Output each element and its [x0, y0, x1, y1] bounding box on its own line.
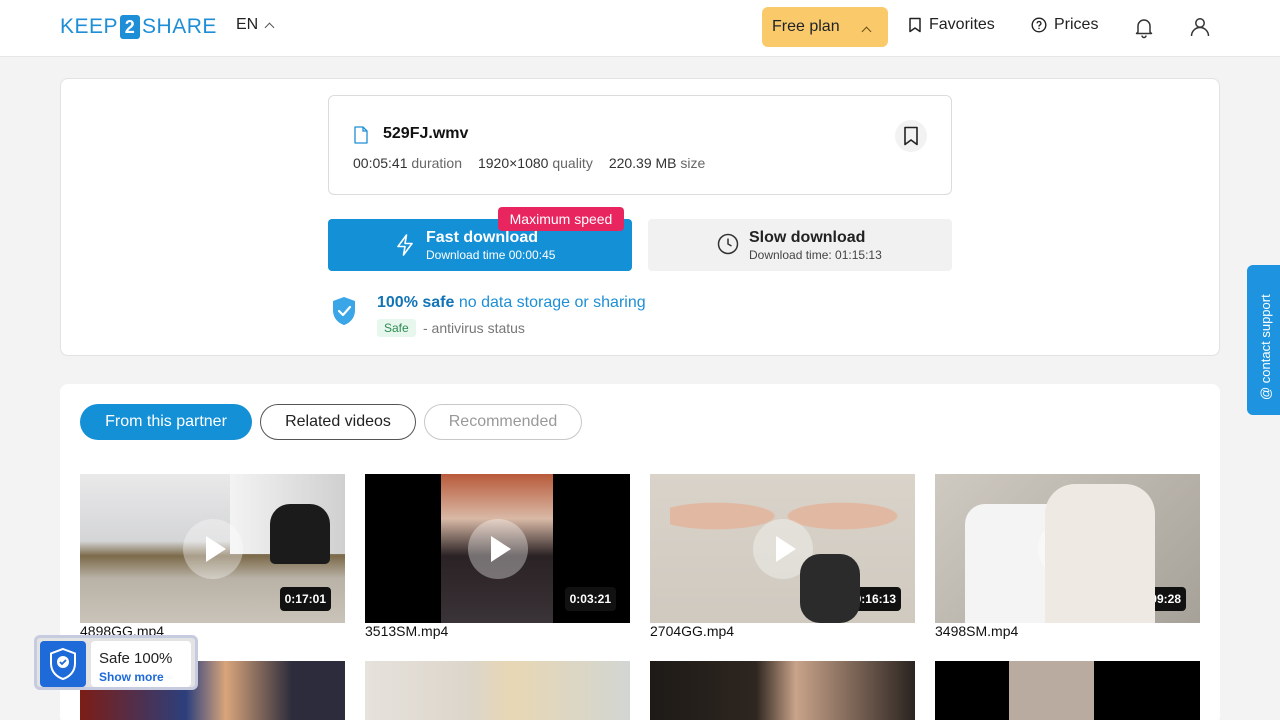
shield-badge — [40, 641, 86, 687]
prices-link[interactable]: Prices — [1031, 16, 1098, 34]
play-icon — [753, 519, 813, 579]
antivirus-status-text: - antivirus status — [423, 320, 525, 336]
video-duration: 0:16:13 — [849, 587, 901, 611]
video-name[interactable]: 3498SM.mp4 — [935, 623, 1018, 639]
contact-support-label: @ contact support — [1258, 294, 1273, 400]
file-info-card — [328, 95, 952, 195]
video-thumbnail[interactable] — [650, 661, 915, 720]
top-header: KEEP 2 SHARE EN Free plan Favorites Pric… — [0, 0, 1280, 57]
bookmark-icon — [909, 17, 921, 33]
help-circle-icon — [1031, 17, 1047, 33]
account-button[interactable] — [1188, 15, 1212, 39]
widget-title: Safe 100% — [99, 650, 173, 667]
video-thumbnail[interactable] — [365, 661, 630, 720]
free-plan-button[interactable]: Free plan — [762, 7, 888, 47]
file-meta: 00:05:41 duration 1920×1080 quality 220.… — [353, 155, 705, 171]
chevron-up-icon — [861, 26, 872, 37]
bookmark-icon — [904, 126, 918, 146]
widget-text-area: Safe 100% Show more — [91, 641, 191, 687]
duration-label: duration — [411, 155, 462, 171]
size-info: 220.39 MB size — [609, 155, 706, 171]
tab-from-this-partner[interactable]: From this partner — [80, 404, 252, 440]
safe-100-widget[interactable]: Safe 100% Show more — [34, 635, 198, 690]
play-icon — [183, 519, 243, 579]
slow-download-time: Download time: 01:15:13 — [749, 248, 882, 262]
favorites-label: Favorites — [929, 16, 995, 33]
safety-bold: 100% safe — [377, 294, 455, 311]
video-thumbnail[interactable]: 0:03:21 — [365, 474, 630, 623]
video-duration: 0:03:21 — [564, 587, 616, 611]
bell-icon — [1135, 19, 1153, 39]
logo-text-right: SHARE — [142, 15, 217, 38]
antivirus-safe-badge: Safe — [377, 319, 416, 337]
video-thumbnail[interactable] — [935, 661, 1200, 720]
plan-label: Free plan — [772, 18, 840, 35]
video-name[interactable]: 3513SM.mp4 — [365, 623, 448, 639]
chevron-up-icon — [264, 22, 275, 32]
shield-check-icon — [333, 297, 355, 325]
tab-related-videos[interactable]: Related videos — [260, 404, 416, 440]
video-thumbnail[interactable]: 0:09:28 — [935, 474, 1200, 623]
video-duration: 0:17:01 — [279, 587, 331, 611]
file-icon — [354, 126, 368, 144]
video-name[interactable]: 2704GG.mp4 — [650, 623, 734, 639]
quality-value: 1920×1080 — [477, 155, 549, 171]
keep2share-logo[interactable]: KEEP 2 SHARE — [60, 14, 217, 40]
logo-two-mark: 2 — [120, 15, 141, 39]
video-duration: 0:09:28 — [1134, 587, 1186, 611]
fast-download-time: Download time 00:00:45 — [426, 248, 556, 262]
file-name: 529FJ.wmv — [383, 125, 469, 142]
favorites-link[interactable]: Favorites — [908, 16, 995, 34]
maximum-speed-badge: Maximum speed — [498, 207, 624, 231]
size-value: 220.39 MB — [608, 155, 677, 171]
user-icon — [1190, 18, 1210, 37]
language-label: EN — [236, 16, 259, 33]
quality-label: quality — [552, 155, 593, 171]
lightning-icon — [397, 234, 413, 256]
slow-download-button[interactable]: Slow download Download time: 01:15:13 — [648, 219, 952, 271]
play-icon — [468, 519, 528, 579]
shield-check-icon — [50, 647, 76, 681]
logo-text-left: KEEP — [60, 15, 119, 38]
video-thumbnail[interactable]: 0:16:13 — [650, 474, 915, 623]
fast-download-title: Fast download — [426, 229, 538, 246]
notifications-button[interactable] — [1132, 15, 1156, 39]
tab-recommended[interactable]: Recommended — [424, 404, 582, 440]
video-thumbnail[interactable]: 0:17:01 — [80, 474, 345, 623]
quality-info: 1920×1080 quality — [478, 155, 593, 171]
duration-info: 00:05:41 duration — [353, 155, 462, 171]
contact-support-tab[interactable]: @ contact support — [1247, 265, 1280, 415]
show-more-link[interactable]: Show more — [99, 670, 164, 684]
safety-statement: 100% safe no data storage or sharing — [377, 294, 646, 312]
slow-download-title: Slow download — [749, 229, 866, 246]
language-selector[interactable]: EN — [236, 16, 275, 34]
prices-label: Prices — [1054, 16, 1099, 33]
clock-icon — [717, 233, 739, 255]
play-icon — [1038, 519, 1098, 579]
size-label: size — [680, 155, 706, 171]
safety-rest: no data storage or sharing — [454, 294, 646, 311]
duration-value: 00:05:41 — [353, 155, 408, 171]
add-to-favorites-button[interactable] — [895, 120, 927, 152]
